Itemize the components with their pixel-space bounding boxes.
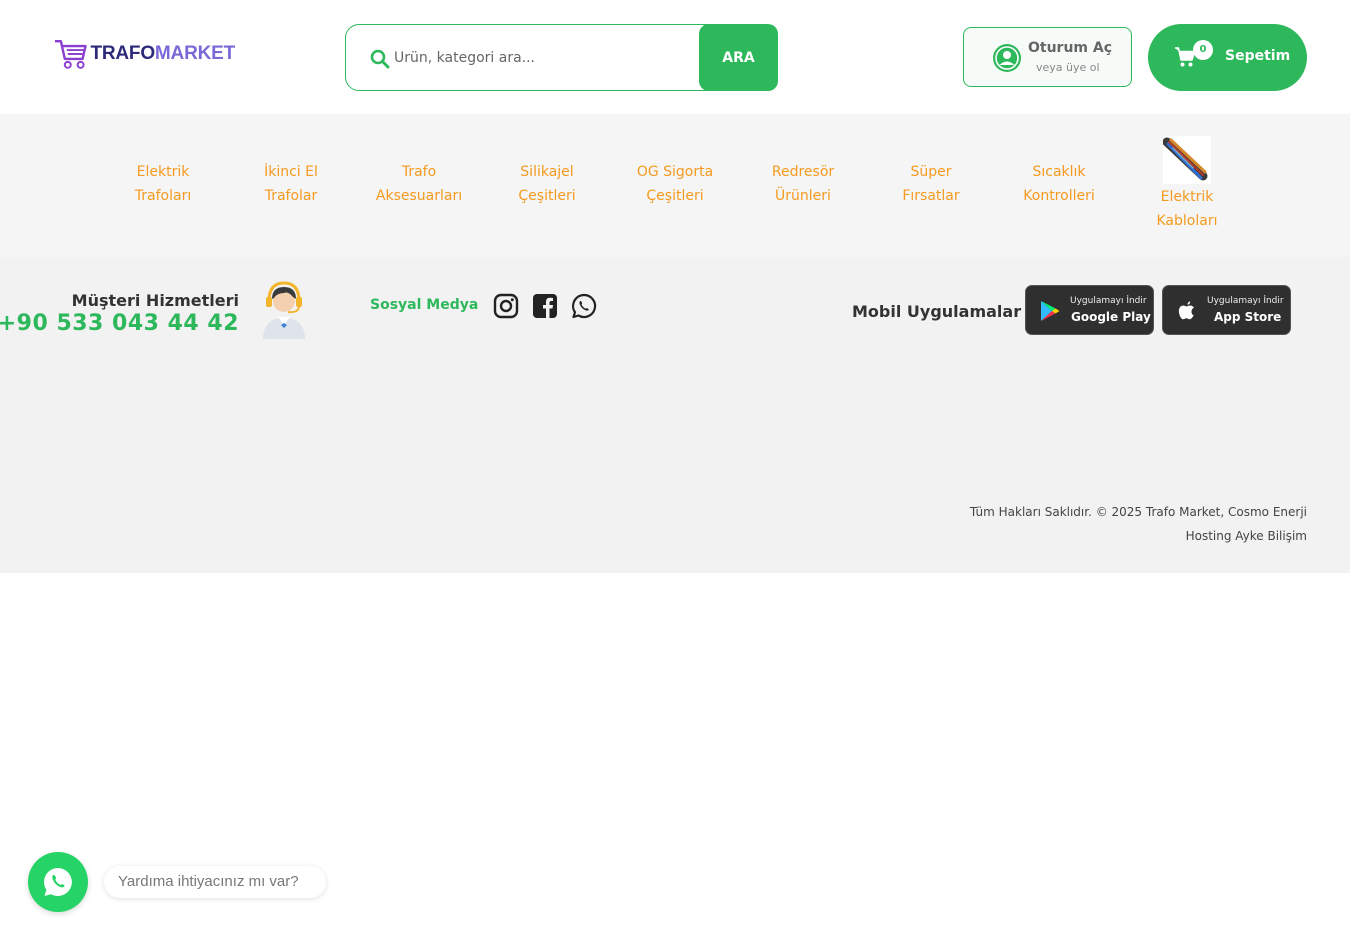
site-footer: Müşteri Hizmetleri +90 533 043 44 42 Sos… [0,257,1350,573]
whatsapp-chat-button[interactable] [28,852,88,912]
logo-text: TRAFOMARKET [90,43,235,64]
whatsapp-help-bubble[interactable]: Yardıma ihtiyacınız mı var? [104,866,326,898]
whatsapp-icon[interactable] [571,293,597,319]
category-super-deals[interactable]: Süper Fırsatlar [867,160,995,208]
category-rectifiers[interactable]: Redresör Ürünleri [739,160,867,208]
search-icon [370,49,390,69]
register-subtitle: veya üye ol [1036,61,1100,74]
search-button[interactable]: ARA [699,24,778,91]
cart-logo-icon [54,40,87,69]
category-temperature-controls[interactable]: Sıcaklık Kontrolleri [995,160,1123,208]
whatsapp-chat-icon [44,868,72,896]
site-logo[interactable]: TRAFOMARKET [53,36,235,72]
apple-icon [1178,301,1194,320]
app-store-caption: Uygulamayı İndir [1207,296,1284,306]
hosting-link[interactable]: Hosting Ayke Bilişim [1186,529,1307,543]
category-electric-cables[interactable]: Elektrik Kabloları [1123,136,1251,233]
app-store-button[interactable]: Uygulamayı İndir App Store [1162,285,1291,335]
mobile-apps-title: Mobil Uygulamalar [852,302,1022,321]
category-electric-transformers[interactable]: Elektrik Trafoları [99,160,227,208]
support-agent-icon [263,281,305,339]
category-nav: Elektrik Trafoları İkinci El Trafolar Tr… [0,114,1350,257]
google-play-label: Google Play [1071,310,1151,324]
site-header: TRAFOMARKET ARA Oturum Aç veya üye ol 0 … [0,0,1350,114]
category-silica-gel[interactable]: Silikajel Çeşitleri [483,160,611,208]
google-play-button[interactable]: Uygulamayı İndir Google Play [1025,285,1154,335]
login-title: Oturum Aç [1028,40,1113,56]
category-mv-fuses[interactable]: OG Sigorta Çeşitleri [611,160,739,208]
user-icon [993,44,1021,72]
search-bar: ARA [345,24,778,91]
cable-image [1163,136,1211,184]
search-input[interactable] [394,43,694,73]
category-second-hand-transformers[interactable]: İkinci El Trafolar [227,160,355,208]
login-button[interactable]: Oturum Aç veya üye ol [963,27,1132,87]
cart-count-badge: 0 [1193,40,1213,60]
instagram-icon[interactable] [493,293,519,319]
google-play-caption: Uygulamayı İndir [1070,296,1147,306]
app-store-label: App Store [1214,310,1282,324]
copyright-text: Tüm Hakları Saklıdır. © 2025 Trafo Marke… [969,505,1307,519]
category-transformer-accessories[interactable]: Trafo Aksesuarları [355,160,483,208]
facebook-icon[interactable] [532,293,558,319]
cart-label: Sepetim [1225,48,1291,64]
cart-button[interactable]: 0 Sepetim [1148,24,1307,91]
customer-service-phone[interactable]: +90 533 043 44 42 [0,311,239,336]
google-play-icon [1041,301,1060,321]
customer-service-title: Müşteri Hizmetleri [71,291,239,310]
social-media-title: Sosyal Medya [370,297,479,313]
